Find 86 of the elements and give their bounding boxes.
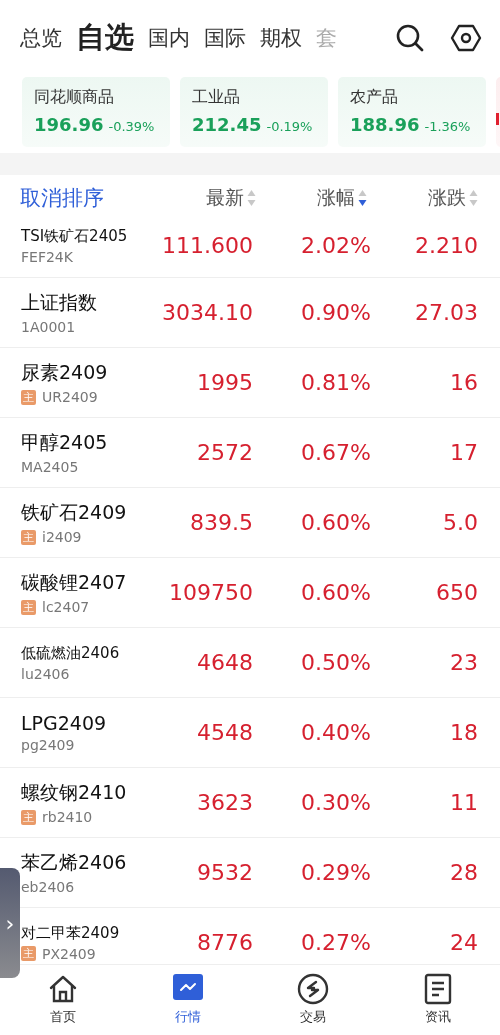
contract-code: MA2405: [21, 459, 79, 475]
contract-name: LPG2409: [21, 712, 108, 734]
nav-item[interactable]: 行情: [125, 965, 250, 1035]
change-amount: 17: [449, 440, 478, 465]
latest-price: 4648: [196, 650, 254, 675]
change-amount: 24: [449, 930, 478, 955]
index-value: 212.45: [192, 114, 262, 135]
change-percent: 0.81%: [300, 370, 371, 395]
tab[interactable]: 总览: [20, 23, 62, 52]
change-amount: 16: [449, 370, 478, 395]
latest-price: 8776: [196, 930, 254, 955]
index-change: -0.39%: [108, 119, 155, 134]
contract-code: i2409: [42, 529, 82, 545]
contract-name: 螺纹钢2410: [21, 780, 128, 805]
main-contract-badge: 主: [21, 809, 36, 825]
change-amount: 11: [449, 790, 478, 815]
change-amount: 23: [449, 650, 478, 675]
index-card[interactable]: 农产品 188.96 -1.36%: [338, 77, 486, 147]
index-card[interactable]: 同花顺商品 196.96 -0.39%: [22, 77, 170, 147]
index-change: -0.19%: [266, 119, 313, 134]
contract-name: TSI铁矿石2405: [21, 227, 129, 246]
contract-name: 对二甲苯2409: [21, 923, 121, 943]
contract-name: 碳酸锂2407: [21, 570, 128, 595]
index-name: 工业品: [192, 87, 241, 108]
latest-price: 9532: [196, 860, 254, 885]
change-percent: 0.60%: [300, 580, 371, 605]
main-contract-badge: 主: [21, 389, 36, 405]
contract-name: 苯乙烯2406: [21, 850, 128, 875]
index-value: 188.96: [350, 114, 420, 135]
latest-price: 111.600: [161, 232, 254, 258]
latest-price: 1995: [196, 370, 254, 395]
change-amount: 2.210: [414, 232, 478, 258]
tab[interactable]: 国内: [148, 23, 190, 52]
change-amount: 5.0: [442, 510, 478, 535]
column-header[interactable]: 最新: [206, 185, 244, 211]
contract-name: 低硫燃油2406: [21, 643, 121, 663]
contract-code: lu2406: [21, 665, 70, 682]
latest-price: 839.5: [189, 510, 254, 535]
main-contract-badge: 主: [21, 946, 36, 961]
change-amount: 650: [435, 580, 478, 605]
main-contract-badge: 主: [21, 599, 36, 615]
contract-code: PX2409: [42, 945, 96, 962]
contract-code: UR2409: [42, 389, 98, 405]
sort-icon[interactable]: [358, 188, 367, 208]
index-change: -1.36%: [424, 119, 471, 134]
contract-code: 1A0001: [21, 319, 76, 335]
contract-name: 尿素2409: [21, 360, 109, 385]
contract-code: rb2410: [42, 809, 93, 825]
index-card[interactable]: 工业品 212.45 -0.19%: [180, 77, 328, 147]
contract-code: pg2409: [21, 737, 75, 753]
contract-code: FEF24K: [21, 249, 73, 265]
tab[interactable]: 自选: [76, 17, 134, 58]
latest-price: 4548: [196, 720, 254, 745]
contract-name: 铁矿石2409: [21, 500, 128, 525]
index-value: 196.96: [34, 114, 104, 135]
contract-code: eb2406: [21, 879, 75, 895]
change-amount: 28: [449, 860, 478, 885]
change-percent: 0.40%: [300, 720, 371, 745]
latest-price: 2572: [196, 440, 254, 465]
latest-price: 3623: [196, 790, 254, 815]
change-percent: 0.60%: [300, 510, 371, 535]
change-percent: 2.02%: [300, 232, 371, 258]
latest-price: 3034.10: [161, 300, 254, 325]
nav-item[interactable]: 资讯: [375, 965, 500, 1035]
side-drawer-tab[interactable]: ›: [0, 868, 20, 978]
contract-code: lc2407: [42, 599, 90, 615]
cancel-sort-button[interactable]: 取消排序: [20, 184, 145, 212]
contract-name: 甲醇2405: [21, 430, 109, 455]
change-amount: 27.03: [414, 300, 478, 325]
column-header[interactable]: 涨跌: [428, 185, 466, 211]
index-name: 农产品: [350, 87, 399, 108]
change-percent: 0.90%: [300, 300, 371, 325]
tab[interactable]: 期权: [260, 23, 302, 52]
change-percent: 0.67%: [300, 440, 371, 465]
contract-name: 上证指数: [21, 290, 98, 315]
column-header[interactable]: 涨幅: [317, 185, 355, 211]
index-name: 同花顺商品: [34, 87, 115, 108]
change-percent: 0.30%: [300, 790, 371, 815]
latest-price: 109750: [168, 580, 254, 605]
change-amount: 18: [449, 720, 478, 745]
main-contract-badge: 主: [21, 529, 36, 545]
change-percent: 0.27%: [300, 930, 371, 955]
change-percent: 0.50%: [300, 650, 371, 675]
nav-item[interactable]: 交易: [250, 965, 375, 1035]
tab[interactable]: 国际: [204, 23, 246, 52]
change-percent: 0.29%: [300, 860, 371, 885]
